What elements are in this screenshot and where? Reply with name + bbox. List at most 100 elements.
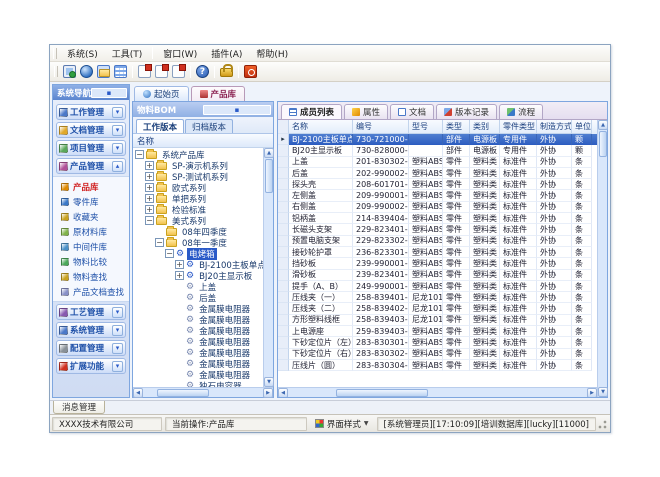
nav-item-产品库[interactable]: 产品库 [53,179,129,194]
table-vertical-scrollbar[interactable]: ▲ ▼ [597,120,607,397]
tree-node[interactable]: ⚙金属膜电阻器 [133,314,263,325]
nav-item-零件库[interactable]: 零件库 [53,194,129,209]
menu-item-2[interactable]: 工具(T) [105,46,150,61]
detail-tab-文档[interactable]: 文档 [390,104,434,119]
expand-plus-icon[interactable]: + [145,172,154,181]
expand-plus-icon[interactable]: + [145,205,154,214]
tree-node[interactable]: ⚙金属膜电阻器 [133,358,263,369]
table-row[interactable]: 压线夹（二）258-839402-00X尼龙1010零件塑料类标准件外协条 [278,303,597,314]
tree-node[interactable]: +欧式系列 [133,182,263,193]
tree-node[interactable]: ⚙后盖 [133,292,263,303]
tree-node[interactable]: +检验标准 [133,204,263,215]
table-row[interactable]: 右侧盖209-990002-01X塑料ABS零件塑料类标准件外协条 [278,202,597,213]
nav-item-物料比较[interactable]: 物料比较 [53,254,129,269]
tree-node[interactable]: ⚙金属膜电阻器 [133,325,263,336]
nav-group-7[interactable]: 配置管理▾ [56,340,126,356]
tree-node[interactable]: +SP-演示机系列 [133,160,263,171]
tree-node[interactable]: ⚙上盖 [133,281,263,292]
scroll-left-icon[interactable]: ◀ [133,388,143,398]
table-row[interactable]: 方形塑料线框258-839403-00X尼龙1010零件塑料类标准件外协条 [278,315,597,326]
table-row[interactable]: BJ20主显示板730-828000-04X部件电源板专用件外协颗 [278,145,597,156]
table-row[interactable]: 提手（A、B）249-990001-01X塑料ABS零件塑料类标准件外协条 [278,281,597,292]
tree-node[interactable]: −⚙电烤箱 [133,248,263,259]
version-tab-归档版本[interactable]: 归档版本 [185,119,233,133]
nav-pin-button[interactable]: ▪ [91,88,127,98]
nav-item-原材料库[interactable]: 原材料库 [53,224,129,239]
bom-pin-button[interactable]: ▪ [203,105,271,115]
chevron-down-icon[interactable]: ▾ [112,343,123,354]
doc-edit-icon[interactable] [155,65,168,78]
toolbar-grip[interactable] [54,66,58,77]
tree-node[interactable]: −系统产品库 [133,149,263,160]
collapse-minus-icon[interactable]: − [145,216,154,225]
detail-tab-流程[interactable]: 流程 [499,104,543,119]
version-tab-工作版本[interactable]: 工作版本 [136,119,184,133]
table-row[interactable]: 长磁头支架229-823401-00X塑料ABS零件塑料类标准件外协条 [278,224,597,235]
tree-node[interactable]: +SP-测试机系列 [133,171,263,182]
column-header-零件类型[interactable]: 零件类型 [500,120,537,134]
globe-icon[interactable] [80,65,93,78]
tree-vscroll-thumb[interactable] [265,159,273,193]
expand-plus-icon[interactable]: + [175,260,184,269]
nav-group-5[interactable]: 工艺管理▾ [56,304,126,320]
nav-group-4[interactable]: 产品管理▴ [56,158,126,174]
expand-plus-icon[interactable]: + [145,161,154,170]
table-row[interactable]: 压线夹（一）258-839401-00X尼龙1010零件塑料类标准件外协条 [278,292,597,303]
tree-node[interactable]: −08年一季度 [133,237,263,248]
doc-new-icon[interactable] [138,65,151,78]
table-row[interactable]: 压线片（圆）283-830304-00X塑料ABS零件塑料类标准件外协条 [278,360,597,371]
nav-group-6[interactable]: 系统管理▾ [56,322,126,338]
detail-tab-版本记录[interactable]: 版本记录 [436,104,497,119]
table-row[interactable]: 滑砂板239-823401-00X塑料ABS零件塑料类标准件外协条 [278,270,597,281]
column-header-类别[interactable]: 类别 [470,120,500,134]
detail-tab-成员列表[interactable]: 成员列表 [281,104,342,119]
menu-item-4[interactable]: 插件(A) [204,46,249,61]
chevron-up-icon[interactable]: ▴ [112,161,123,172]
expand-plus-icon[interactable]: + [145,194,154,203]
tree-node[interactable]: ⚙金属膜电阻器 [133,369,263,380]
scroll-left-icon[interactable]: ◀ [278,388,288,397]
collapse-minus-icon[interactable]: − [135,150,144,159]
table-row[interactable]: 预置电脑支架229-823302-00X塑料ABS零件塑料类标准件外协条 [278,236,597,247]
resize-grip[interactable] [596,418,608,430]
menu-item-3[interactable]: 窗口(W) [156,46,204,61]
tree-node[interactable]: +⚙BJ20主显示板 [133,270,263,281]
column-header-类型[interactable]: 类型 [443,120,470,134]
column-header-名称[interactable]: 名称 [289,120,353,134]
menubar-grip[interactable] [53,48,57,59]
help-icon[interactable] [196,65,209,78]
scroll-up-icon[interactable]: ▲ [598,120,608,130]
scroll-down-icon[interactable]: ▼ [598,387,608,397]
expand-plus-icon[interactable]: + [145,183,154,192]
table-row[interactable]: 左侧盖209-990001-01X塑料ABS零件塑料类标准件外协条 [278,190,597,201]
chevron-down-icon[interactable]: ▾ [112,143,123,154]
nav-item-物料查找[interactable]: 物料查找 [53,269,129,284]
tree-horizontal-scrollbar[interactable]: ◀ ▶ [133,387,273,397]
collapse-minus-icon[interactable]: − [155,238,164,247]
message-manager-tab[interactable]: 消息管理 [53,401,105,414]
ui-style-button[interactable]: 界面样式 ▼ [310,417,374,431]
nav-item-中间件库[interactable]: 中间件库 [53,239,129,254]
chevron-down-icon[interactable]: ▾ [112,325,123,336]
table-row[interactable]: 挡砂板239-990001-01X塑料ABS零件塑料类标准件外协条 [278,258,597,269]
table-row[interactable]: 下砂定位片（左）283-830301-00X塑料ABS零件塑料类标准件外协条 [278,337,597,348]
tree-node[interactable]: ⚙金属膜电阻器 [133,336,263,347]
tree-node[interactable]: 08年四季度 [133,226,263,237]
column-header-型号[interactable]: 型号 [409,120,443,134]
chevron-down-icon[interactable]: ▾ [112,125,123,136]
collapse-minus-icon[interactable]: − [165,249,174,258]
table-horizontal-scrollbar[interactable]: ◀ ▶ [278,387,597,397]
column-header-编号[interactable]: 编号 [353,120,409,134]
tree-node[interactable]: ⚙金属膜电阻器 [133,303,263,314]
chevron-down-icon[interactable]: ▾ [112,361,123,372]
table-row[interactable]: 后盖202-990002-01X塑料ABS零件塑料类标准件外协条 [278,168,597,179]
nav-item-收藏夹[interactable]: 收藏夹 [53,209,129,224]
monitor-icon[interactable] [63,65,76,78]
scroll-right-icon[interactable]: ▶ [587,388,597,397]
table-vscroll-thumb[interactable] [599,131,607,157]
table-hscroll-thumb[interactable] [336,389,428,397]
nav-group-3[interactable]: 项目管理▾ [56,140,126,156]
expand-plus-icon[interactable]: + [175,271,184,280]
chevron-down-icon[interactable]: ▾ [112,107,123,118]
table-row[interactable]: 探头壳208-601701-01X塑料ABS零件塑料类标准件外协条 [278,179,597,190]
